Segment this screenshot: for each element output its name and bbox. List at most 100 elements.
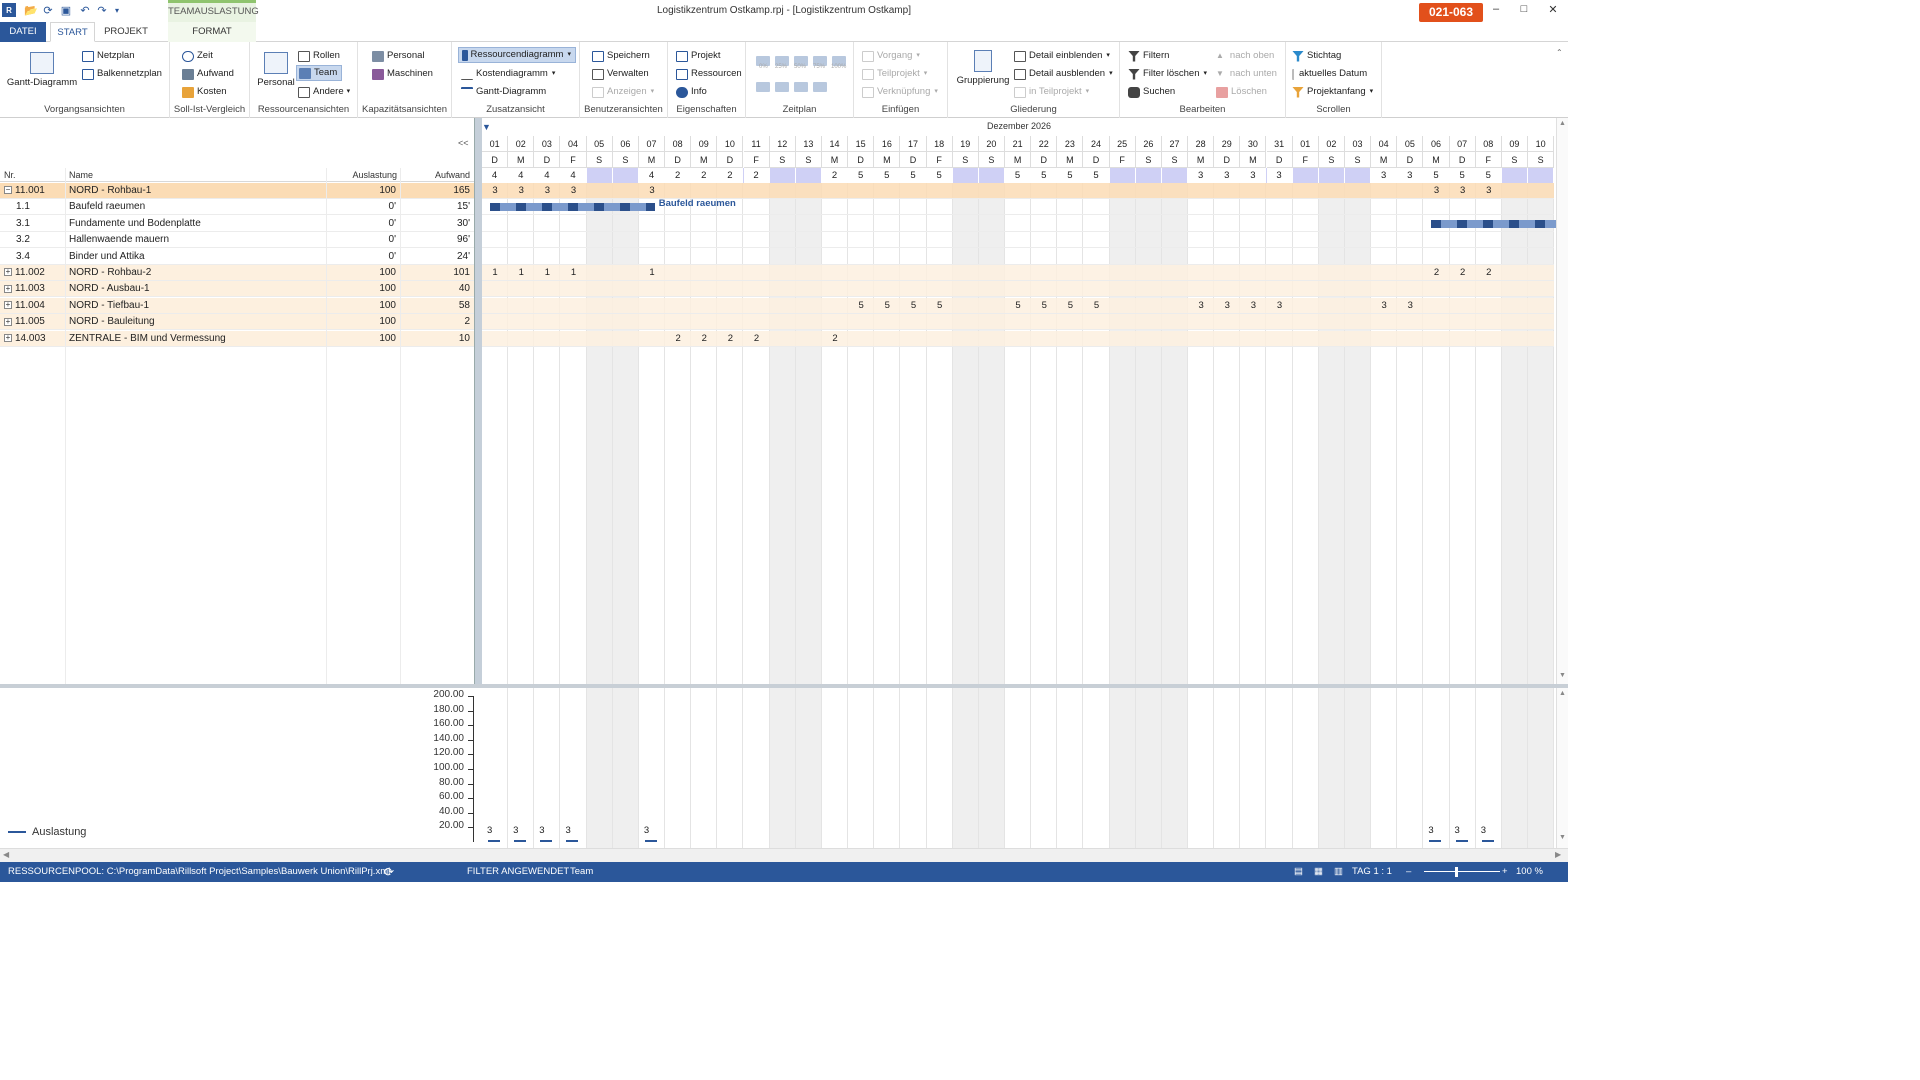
- row-nr-text: 14.003: [15, 332, 46, 344]
- table-row[interactable]: −11.001 NORD - Rohbau-1 100 165: [0, 183, 474, 199]
- zusatz-gantt-button[interactable]: Gantt-Diagramm: [461, 84, 546, 100]
- projektanfang-button[interactable]: Projektanfang ▾: [1292, 84, 1373, 100]
- schedule-b-icon[interactable]: [775, 82, 789, 92]
- table-row[interactable]: 3.2 Hallenwaende mauern 0' 96': [0, 232, 474, 249]
- scroll-down-icon[interactable]: ▼: [1559, 834, 1566, 841]
- rollen-icon: [298, 50, 310, 62]
- loeschen-button[interactable]: Löschen: [1216, 84, 1267, 100]
- verwalten-button[interactable]: Verwalten: [592, 66, 649, 82]
- day-number: 10: [717, 136, 744, 152]
- scroll-right-icon[interactable]: ▶: [1555, 850, 1561, 859]
- load-cell: 2: [1486, 267, 1492, 278]
- scroll-up-icon[interactable]: ▲: [1559, 690, 1566, 697]
- save-view-icon: [592, 50, 604, 62]
- balkennetzplan-button[interactable]: Balkennetzplan: [82, 66, 162, 82]
- task-bar[interactable]: [1431, 219, 1556, 228]
- expand-icon[interactable]: +: [4, 268, 12, 277]
- table-row[interactable]: 1.1 Baufeld raeumen 0' 15': [0, 199, 474, 216]
- expand-icon[interactable]: +: [4, 301, 12, 310]
- filtern-button[interactable]: Filtern: [1128, 48, 1169, 64]
- table-row[interactable]: +11.002 NORD - Rohbau-2 100 101: [0, 265, 474, 281]
- sync-icon[interactable]: ⟳: [384, 862, 394, 882]
- projekt-props-button[interactable]: Projekt: [676, 48, 721, 64]
- total-cell: 4: [508, 168, 535, 183]
- nach-oben-button[interactable]: ▲ nach oben: [1216, 48, 1274, 64]
- col-name[interactable]: Name: [66, 168, 327, 182]
- add-task-icon: [862, 50, 874, 62]
- andere-button[interactable]: Andere ▾: [298, 84, 350, 100]
- tab-projekt[interactable]: PROJEKT: [100, 22, 152, 42]
- ressourcen-props-button[interactable]: Ressourcen: [676, 66, 742, 82]
- tab-format[interactable]: FORMAT: [168, 22, 256, 42]
- zoom-slider-thumb[interactable]: [1455, 867, 1458, 877]
- table-row[interactable]: 3.1 Fundamente und Bodenplatte 0' 30': [0, 216, 474, 232]
- zoom-in-icon[interactable]: +: [1502, 862, 1508, 882]
- scroll-down-icon[interactable]: ▼: [1559, 672, 1566, 679]
- teilprojekt-button[interactable]: Teilprojekt ▾: [862, 66, 927, 82]
- col-auslastung[interactable]: Auslastung: [327, 168, 401, 182]
- nach-unten-button[interactable]: ▼ nach unten: [1216, 66, 1277, 82]
- zoom-slider-track[interactable]: [1424, 871, 1500, 872]
- horizontal-scrollbar[interactable]: ◀ ▶: [0, 848, 1568, 862]
- filter-loeschen-button[interactable]: Filter löschen ▾: [1128, 66, 1207, 82]
- detail-einblenden-button[interactable]: Detail einblenden ▾: [1014, 48, 1110, 64]
- table-row[interactable]: +11.003 NORD - Ausbau-1 100 40: [0, 281, 474, 298]
- aufwand-button[interactable]: Aufwand: [182, 66, 234, 82]
- kosten-button[interactable]: Kosten: [182, 84, 227, 100]
- speichern-button[interactable]: Speichern: [592, 48, 650, 64]
- expand-icon[interactable]: +: [4, 284, 12, 293]
- stichtag-button[interactable]: Stichtag: [1292, 48, 1341, 64]
- task-bar[interactable]: [490, 203, 655, 212]
- chart-day-column: [534, 688, 561, 848]
- ressourcendiagramm-button[interactable]: Ressourcendiagramm ▾: [458, 47, 576, 63]
- info-button[interactable]: Info: [676, 84, 707, 100]
- minimize-icon[interactable]: –: [1486, 3, 1506, 17]
- table-row[interactable]: +14.003 ZENTRALE - BIM und Vermessung 100 1…: [0, 330, 474, 347]
- suchen-button[interactable]: Suchen: [1128, 84, 1175, 100]
- personal-view-button[interactable]: Personal: [254, 52, 298, 88]
- close-icon[interactable]: ✕: [1543, 3, 1563, 17]
- aktuelles-datum-button[interactable]: aktuelles Datum: [1292, 66, 1367, 82]
- schedule-c-icon[interactable]: [794, 82, 808, 92]
- netzplan-button[interactable]: Netzplan: [82, 48, 135, 64]
- gantt-diagramm-button[interactable]: Gantt-Diagramm: [6, 52, 78, 88]
- kap-personal-button[interactable]: Personal: [372, 48, 425, 64]
- anzeigen-button[interactable]: Anzeigen ▾: [592, 84, 654, 100]
- expand-detail-icon: [1014, 50, 1026, 62]
- collapse-icon[interactable]: −: [4, 186, 12, 195]
- zeit-button[interactable]: Zeit: [182, 48, 213, 64]
- schedule-a-icon[interactable]: [756, 82, 770, 92]
- view-normal-icon[interactable]: ▤: [1294, 862, 1303, 882]
- vorgang-button[interactable]: Vorgang ▾: [862, 48, 920, 64]
- col-nr[interactable]: Nr.: [0, 168, 66, 182]
- tab-start[interactable]: START: [50, 22, 95, 42]
- table-row[interactable]: +11.005 NORD - Bauleitung 100 2: [0, 314, 474, 331]
- collapse-grid-button[interactable]: <<: [458, 138, 469, 148]
- table-row[interactable]: 3.4 Binder und Attika 0' 24': [0, 249, 474, 265]
- view-chart-icon[interactable]: ▥: [1334, 862, 1343, 882]
- in-teilprojekt-button[interactable]: in Teilprojekt ▾: [1014, 84, 1089, 100]
- view-grid-icon[interactable]: ▦: [1314, 862, 1323, 882]
- chart-vertical-scrollbar[interactable]: ▲ ▼: [1556, 688, 1568, 848]
- tab-datei[interactable]: DATEI: [0, 22, 46, 42]
- scroll-left-icon[interactable]: ◀: [3, 850, 9, 859]
- gruppierung-button[interactable]: Gruppierung: [952, 50, 1014, 86]
- expand-icon[interactable]: +: [4, 333, 12, 342]
- schedule-d-icon[interactable]: [813, 82, 827, 92]
- maschinen-button[interactable]: Maschinen: [372, 66, 433, 82]
- team-button[interactable]: Team: [296, 65, 343, 81]
- scroll-up-icon[interactable]: ▲: [1559, 120, 1566, 127]
- kostendiagramm-button[interactable]: Kostendiagramm ▾: [461, 66, 555, 82]
- vertical-scrollbar[interactable]: ▲ ▼: [1556, 118, 1568, 684]
- table-row[interactable]: +11.004 NORD - Tiefbau-1 100 58: [0, 297, 474, 314]
- detail-ausblenden-button[interactable]: Detail ausblenden ▾: [1014, 66, 1113, 82]
- col-aufwand[interactable]: Aufwand: [401, 168, 474, 182]
- maximize-icon[interactable]: □: [1514, 3, 1534, 17]
- zoom-out-icon[interactable]: –: [1406, 862, 1411, 882]
- verknuepfung-button[interactable]: Verknüpfung ▾: [862, 84, 938, 100]
- total-cell: 5: [1423, 168, 1450, 183]
- cell-auslastung: 100: [379, 316, 396, 328]
- expand-icon[interactable]: +: [4, 317, 12, 326]
- rollen-button[interactable]: Rollen: [298, 48, 340, 64]
- ribbon-collapse-icon[interactable]: ⌃: [1556, 48, 1563, 57]
